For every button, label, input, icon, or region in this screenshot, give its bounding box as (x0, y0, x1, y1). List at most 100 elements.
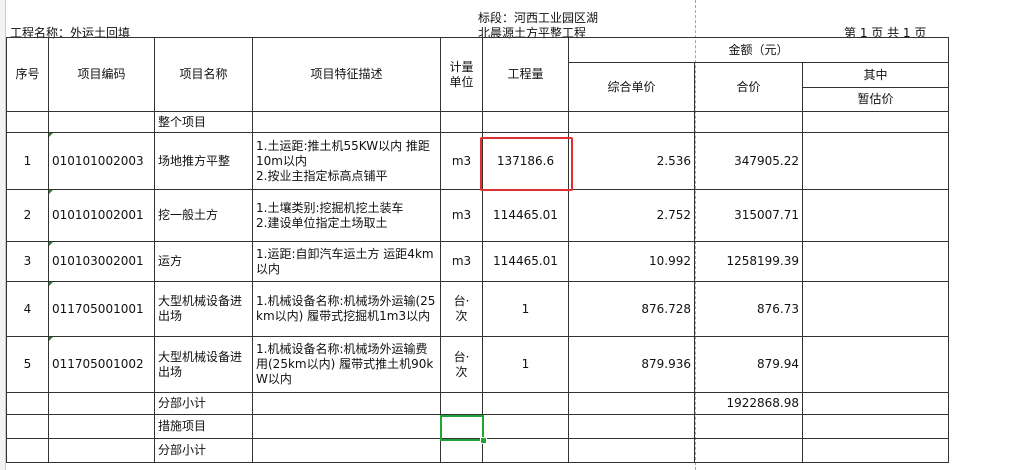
cell[interactable] (568, 438, 695, 463)
cell[interactable] (440, 111, 483, 133)
cell[interactable] (802, 414, 949, 439)
provisional-cell[interactable] (802, 241, 949, 282)
cell[interactable] (252, 414, 441, 439)
cell[interactable] (6, 111, 49, 133)
total-cell[interactable]: 315007.71 (694, 189, 803, 242)
seq-cell[interactable]: 5 (6, 336, 49, 393)
table-row: 分部小计 (6, 438, 949, 463)
qty-cell[interactable]: 114465.01 (482, 189, 569, 242)
total-cell[interactable]: 876.73 (694, 281, 803, 337)
col-header-name[interactable]: 项目名称 (154, 37, 253, 112)
subtotal-label[interactable]: 分部小计 (154, 438, 253, 463)
subtotal-value[interactable]: 1922868.98 (694, 392, 803, 415)
unit-price-cell[interactable]: 2.752 (568, 189, 695, 242)
seq-cell[interactable]: 1 (6, 132, 49, 190)
unit-price-cell[interactable]: 876.728 (568, 281, 695, 337)
subtotal-value[interactable] (694, 438, 803, 463)
col-header-code[interactable]: 项目编码 (48, 37, 155, 112)
col-header-provisional[interactable]: 暂估价 (802, 87, 949, 112)
table-row: 4 011705001001 大型机械设备进出场 1.机械设备名称:机械场外运输… (6, 281, 949, 337)
provisional-cell[interactable] (802, 132, 949, 190)
unit-price-cell[interactable]: 2.536 (568, 132, 695, 190)
cell[interactable] (568, 392, 695, 415)
cell[interactable] (482, 438, 569, 463)
cell[interactable] (252, 111, 441, 133)
col-header-of-which[interactable]: 其中 (802, 62, 949, 88)
cell[interactable] (802, 392, 949, 415)
cell[interactable] (482, 392, 569, 415)
qty-cell[interactable]: 1 (482, 336, 569, 393)
col-header-unit-price[interactable]: 综合单价 (568, 62, 695, 112)
unit-cell[interactable]: m3 (440, 132, 483, 190)
unit-cell[interactable]: 台· 次 (440, 281, 483, 337)
total-cell[interactable]: 879.94 (694, 336, 803, 393)
cell[interactable] (252, 392, 441, 415)
cell[interactable] (48, 414, 155, 439)
cell[interactable] (568, 111, 695, 133)
cell[interactable] (48, 392, 155, 415)
cell[interactable] (6, 414, 49, 439)
cell[interactable] (440, 438, 483, 463)
desc-cell[interactable]: 1.土壤类别:挖掘机挖土装车 2.建设单位指定土场取土 (252, 189, 441, 242)
table-row: 分部小计 1922868.98 (6, 392, 949, 415)
provisional-cell[interactable] (802, 189, 949, 242)
group-title[interactable]: 措施项目 (154, 414, 253, 439)
name-cell[interactable]: 运方 (154, 241, 253, 282)
cell[interactable] (568, 414, 695, 439)
seq-cell[interactable]: 4 (6, 281, 49, 337)
desc-cell[interactable]: 1.机械设备名称:机械场外运输(25km以内) 履带式挖掘机1m3以内 (252, 281, 441, 337)
qty-highlight-box (480, 137, 573, 191)
cell[interactable] (694, 414, 803, 439)
code-cell[interactable]: 010101002003 (48, 132, 155, 190)
qty-cell[interactable]: 114465.01 (482, 241, 569, 282)
unit-price-cell[interactable]: 10.992 (568, 241, 695, 282)
code-cell[interactable]: 010103002001 (48, 241, 155, 282)
seq-cell[interactable]: 2 (6, 189, 49, 242)
provisional-cell[interactable] (802, 336, 949, 393)
bill-of-quantities-table: 序号 项目编码 项目名称 项目特征描述 计量 单位 工程量 金额（元） 综合单价… (6, 37, 949, 463)
code-cell[interactable]: 011705001001 (48, 281, 155, 337)
table-row: 3 010103002001 运方 1.运距:自卸汽车运土方 运距4km以内 m… (6, 241, 949, 282)
total-cell[interactable]: 1258199.39 (694, 241, 803, 282)
provisional-cell[interactable] (802, 281, 949, 337)
col-header-qty[interactable]: 工程量 (482, 37, 569, 112)
cell[interactable] (48, 438, 155, 463)
unit-price-cell[interactable]: 879.936 (568, 336, 695, 393)
name-cell[interactable]: 场地推方平整 (154, 132, 253, 190)
col-header-unit[interactable]: 计量 单位 (440, 37, 483, 112)
name-cell[interactable]: 大型机械设备进出场 (154, 336, 253, 393)
subtotal-label[interactable]: 分部小计 (154, 392, 253, 415)
col-header-total[interactable]: 合价 (694, 62, 803, 112)
cell[interactable] (482, 414, 569, 439)
unit-cell[interactable]: 台· 次 (440, 336, 483, 393)
desc-cell[interactable]: 1.土运距:推土机55KW以内 推距10m以内 2.按业主指定标高点铺平 (252, 132, 441, 190)
group-title[interactable]: 整个项目 (154, 111, 253, 133)
cell[interactable] (6, 438, 49, 463)
table-row: 1 010101002003 场地推方平整 1.土运距:推土机55KW以内 推距… (6, 132, 949, 190)
col-header-desc[interactable]: 项目特征描述 (252, 37, 441, 112)
desc-cell[interactable]: 1.机械设备名称:机械场外运输费用(25km以内) 履带式推土机90kW以内 (252, 336, 441, 393)
col-header-seq[interactable]: 序号 (6, 37, 49, 112)
table-row: 5 011705001002 大型机械设备进出场 1.机械设备名称:机械场外运输… (6, 336, 949, 393)
code-cell[interactable]: 011705001002 (48, 336, 155, 393)
cell[interactable] (802, 111, 949, 133)
unit-cell[interactable]: m3 (440, 189, 483, 242)
cell[interactable] (6, 392, 49, 415)
qty-cell[interactable]: 1 (482, 281, 569, 337)
active-cell-selection[interactable] (440, 415, 484, 441)
cell[interactable] (482, 111, 569, 133)
code-cell[interactable]: 010101002001 (48, 189, 155, 242)
cell[interactable] (694, 111, 803, 133)
cell[interactable] (48, 111, 155, 133)
col-header-amount[interactable]: 金额（元） (568, 37, 949, 63)
total-cell[interactable]: 347905.22 (694, 132, 803, 190)
cell[interactable] (440, 392, 483, 415)
unit-cell[interactable]: m3 (440, 241, 483, 282)
fill-handle[interactable] (480, 437, 487, 444)
desc-cell[interactable]: 1.运距:自卸汽车运土方 运距4km以内 (252, 241, 441, 282)
seq-cell[interactable]: 3 (6, 241, 49, 282)
name-cell[interactable]: 挖一般土方 (154, 189, 253, 242)
name-cell[interactable]: 大型机械设备进出场 (154, 281, 253, 337)
cell[interactable] (802, 438, 949, 463)
cell[interactable] (252, 438, 441, 463)
